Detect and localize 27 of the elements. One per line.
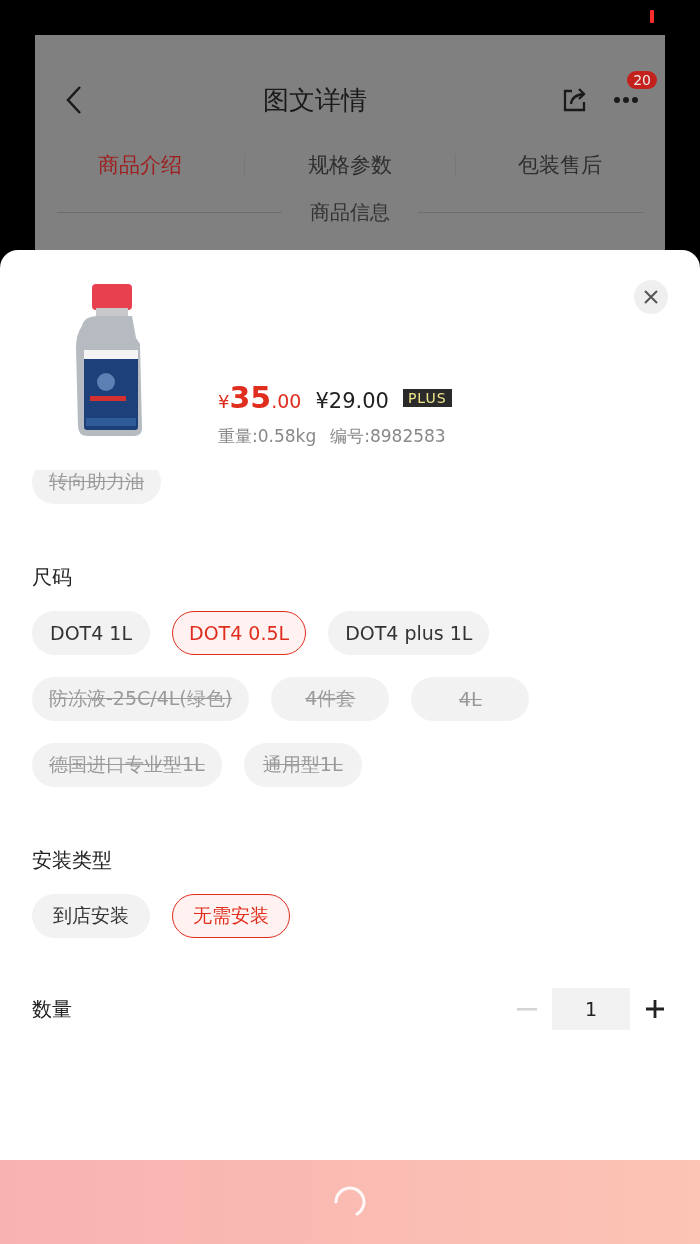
status-indicator-icon: [650, 10, 654, 23]
loading-spinner-icon: [334, 1186, 366, 1218]
option-chip[interactable]: DOT4 0.5L: [172, 611, 307, 655]
close-icon: [644, 290, 658, 304]
more-icon: [613, 96, 639, 104]
section-heading: 商品信息: [310, 198, 390, 226]
plus-icon: [645, 999, 665, 1019]
page-title: 图文详情: [262, 83, 368, 117]
member-tag: PLUS: [402, 388, 452, 407]
minus-icon: [517, 1007, 537, 1011]
option-chip[interactable]: DOT4 plus 1L: [328, 611, 490, 655]
item-number: 编号:8982583: [330, 425, 446, 448]
price: ¥35.00: [218, 380, 302, 415]
close-button[interactable]: [634, 280, 668, 314]
member-price: ¥29.00: [315, 389, 389, 413]
tab[interactable]: 包装售后: [455, 151, 665, 179]
option-chip[interactable]: 到店安装: [32, 894, 150, 938]
group-title: 安装类型: [32, 847, 113, 874]
weight-text: 重量:0.58kg: [218, 425, 317, 448]
quantity-label: 数量: [32, 995, 73, 1023]
option-chip[interactable]: 无需安装: [172, 894, 290, 938]
notification-badge: 20: [627, 71, 657, 89]
tab[interactable]: 商品介绍: [35, 151, 245, 179]
option-chip[interactable]: DOT4 1L: [32, 611, 150, 655]
tab[interactable]: 规格参数: [245, 151, 455, 179]
quantity-field[interactable]: 1: [552, 988, 630, 1030]
group-title: 尺码: [32, 564, 73, 591]
